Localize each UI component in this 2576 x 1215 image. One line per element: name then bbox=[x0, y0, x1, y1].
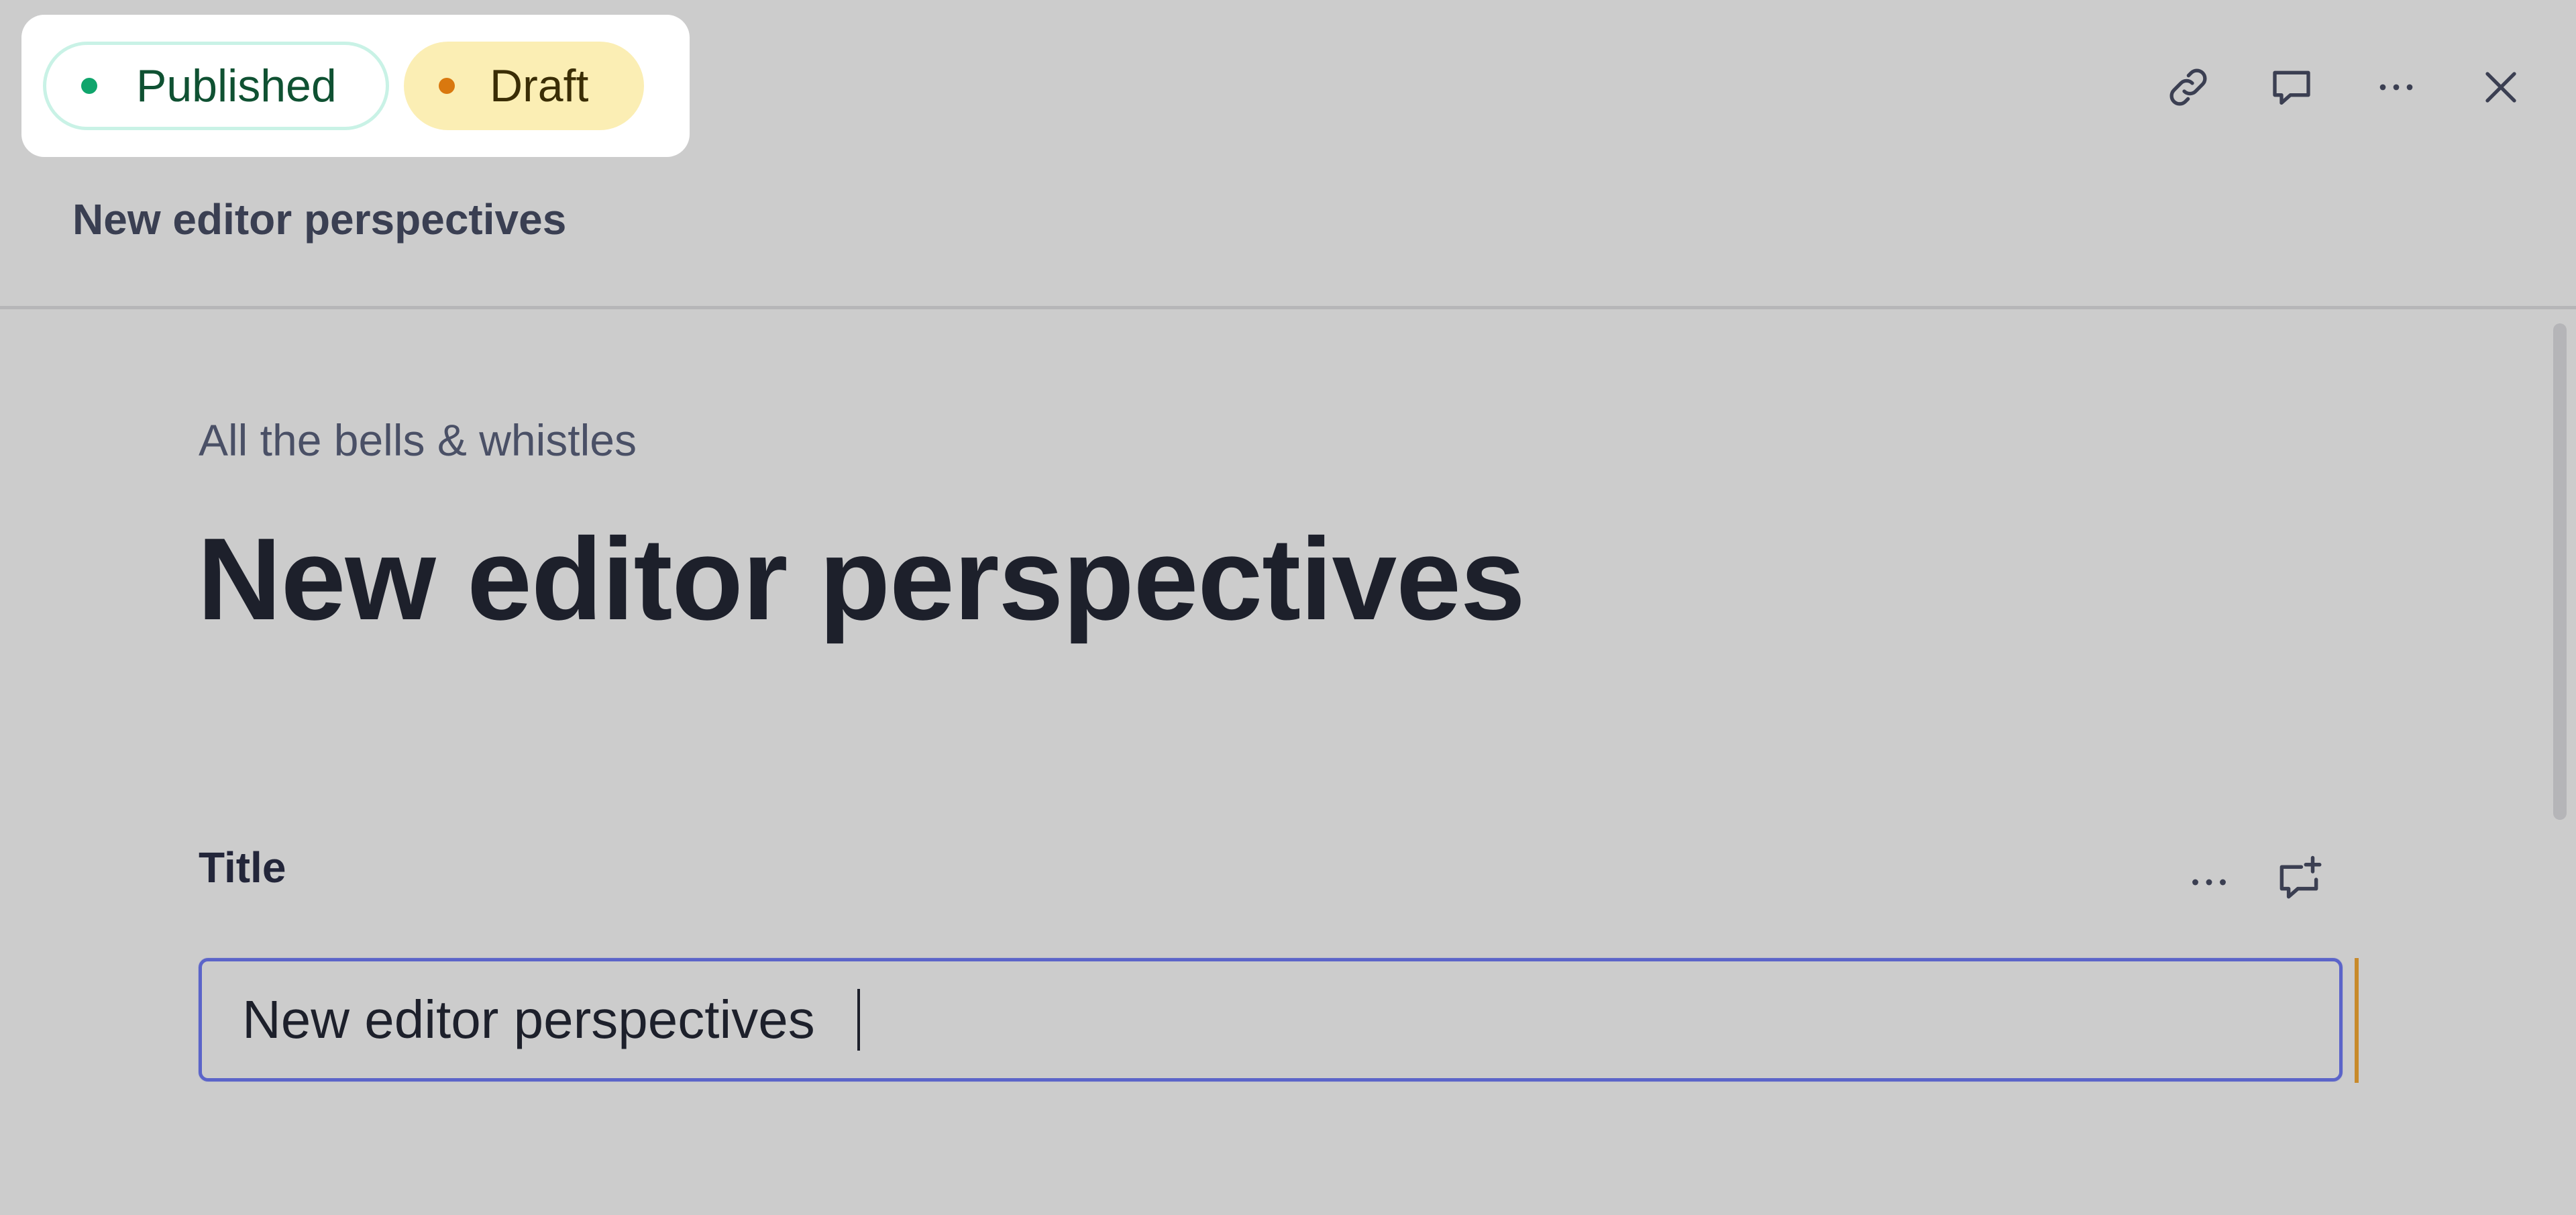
link-icon bbox=[2169, 68, 2207, 106]
document-title: New editor perspectives bbox=[197, 513, 1525, 644]
copy-link-button[interactable] bbox=[2153, 52, 2223, 122]
title-input[interactable] bbox=[202, 961, 2339, 1078]
header-divider bbox=[0, 306, 2576, 309]
comments-button[interactable] bbox=[2257, 52, 2326, 122]
draft-label: Draft bbox=[490, 60, 589, 111]
text-caret bbox=[857, 989, 860, 1051]
more-actions-button[interactable] bbox=[2361, 52, 2431, 122]
title-field-label: Title bbox=[199, 843, 286, 892]
add-comment-button[interactable] bbox=[2262, 843, 2336, 916]
more-icon bbox=[2192, 879, 2226, 886]
draft-perspective-chip[interactable]: Draft bbox=[404, 42, 644, 130]
scrollbar-thumb[interactable] bbox=[2553, 323, 2567, 820]
document-subtitle: All the bells & whistles bbox=[199, 415, 637, 465]
draft-status-dot bbox=[439, 78, 455, 94]
published-perspective-chip[interactable]: Published bbox=[43, 42, 389, 130]
close-icon bbox=[2485, 72, 2516, 103]
published-status-dot bbox=[81, 78, 97, 94]
header-document-title: New editor perspectives bbox=[72, 195, 567, 244]
change-indicator-bar bbox=[2355, 958, 2359, 1083]
more-icon bbox=[2379, 84, 2413, 91]
published-label: Published bbox=[136, 60, 337, 111]
document-header: Published Draft New editor perspectives bbox=[0, 0, 2576, 309]
comment-icon bbox=[2273, 70, 2310, 105]
title-field-more-button[interactable] bbox=[2172, 845, 2246, 919]
title-input-wrapper bbox=[199, 958, 2343, 1081]
perspective-switcher: Published Draft bbox=[21, 15, 690, 157]
close-button[interactable] bbox=[2466, 52, 2536, 122]
document-editor: Published Draft New editor perspectives … bbox=[0, 0, 2576, 1215]
add-comment-icon bbox=[2279, 855, 2322, 899]
